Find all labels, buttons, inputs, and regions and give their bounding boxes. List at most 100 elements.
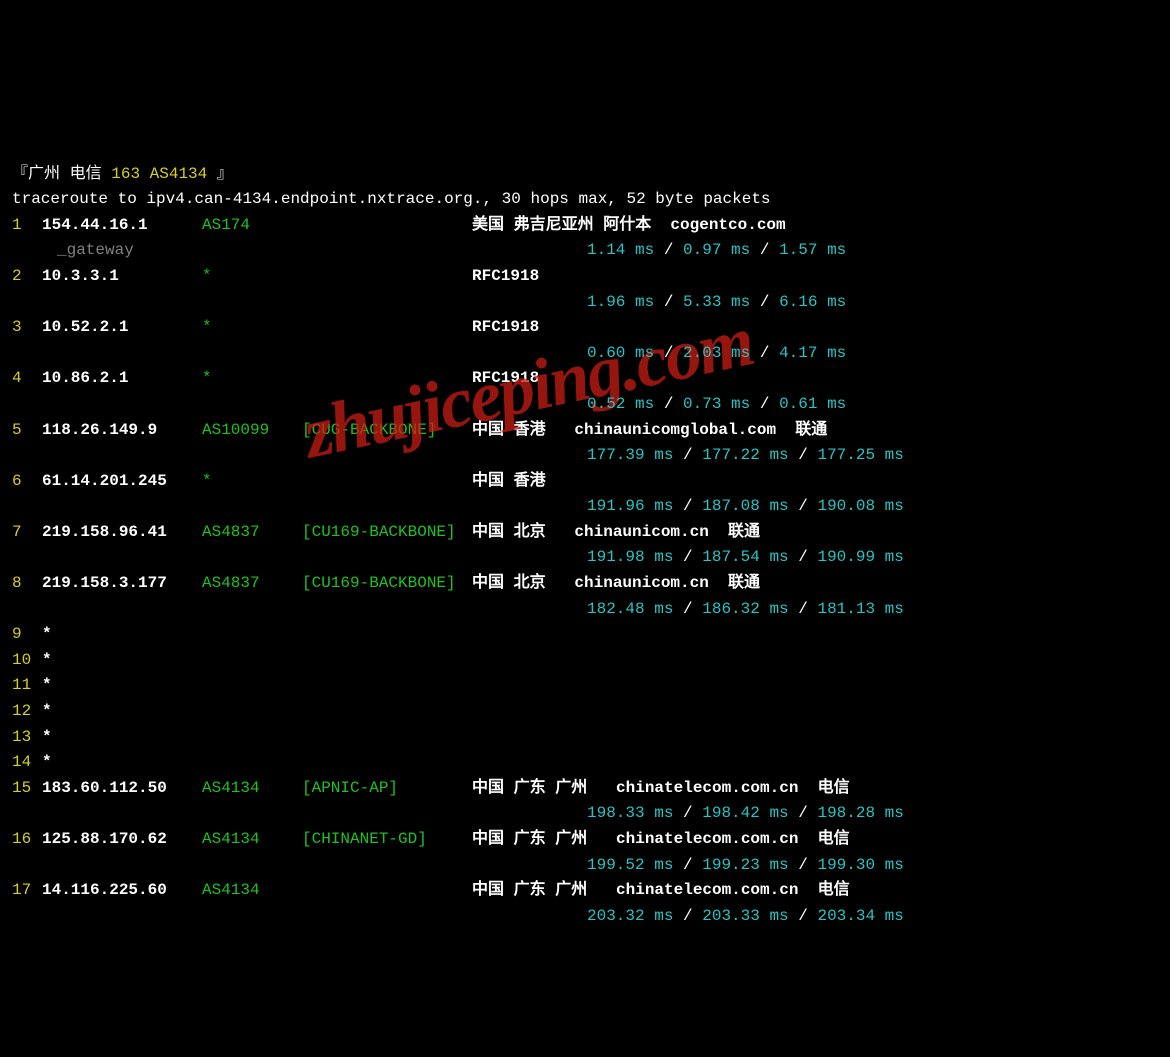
hop-hostname: _gateway [57, 238, 134, 264]
hop-row-14: 14* [12, 750, 1158, 776]
hop-location: 中国 香港 [472, 472, 546, 490]
hop-ip: 10.3.3.1 [42, 264, 202, 290]
hop-location: RFC1918 [472, 267, 539, 285]
hop-ip: 10.86.2.1 [42, 366, 202, 392]
hop-asn: * [202, 264, 302, 290]
hop-location: 中国 广东 广州 chinatelecom.com.cn 电信 [472, 779, 850, 797]
hop-latency: 0.52 ms [587, 395, 654, 413]
hop-org: [CU169-BACKBONE] [302, 520, 472, 546]
hop-number: 13 [12, 725, 42, 751]
hop-ip: * [42, 725, 202, 751]
hop-row-17: 1714.116.225.60AS4134 中国 广东 广州 chinatelec… [12, 878, 1158, 904]
hop-ip: * [42, 648, 202, 674]
hop-number: 4 [12, 366, 42, 392]
hop-number: 5 [12, 418, 42, 444]
hop-asn: AS4837 [202, 520, 302, 546]
hop-location: 中国 香港 chinaunicomglobal.com 联通 [472, 421, 827, 439]
hop-ip: * [42, 673, 202, 699]
hop-ip: 14.116.225.60 [42, 878, 202, 904]
hop-number: 11 [12, 673, 42, 699]
hop-ip: 219.158.96.41 [42, 520, 202, 546]
hop-row-5: 5118.26.149.9AS10099[CUG-BACKBONE]中国 香港 … [12, 418, 1158, 444]
hop-row-3: 310.52.2.1* RFC1918 [12, 315, 1158, 341]
hop-latency: 198.33 ms [587, 804, 673, 822]
hop-latency: 0.60 ms [587, 344, 654, 362]
hop-org: [CU169-BACKBONE] [302, 571, 472, 597]
hop-latency: 203.32 ms [587, 907, 673, 925]
hop-number: 14 [12, 750, 42, 776]
hop-latency-row-2: 1.96 ms / 5.33 ms / 6.16 ms [12, 290, 1158, 316]
hop-latency: 1.14 ms [587, 241, 654, 259]
hop-ip: * [42, 699, 202, 725]
hop-asn: * [202, 315, 302, 341]
hop-location: 中国 北京 chinaunicom.cn 联通 [472, 574, 760, 592]
hop-asn: * [202, 366, 302, 392]
hop-asn: AS4134 [202, 827, 302, 853]
hop-number: 2 [12, 264, 42, 290]
hop-number: 6 [12, 469, 42, 495]
hop-number: 3 [12, 315, 42, 341]
hop-ip: * [42, 750, 202, 776]
hop-location: RFC1918 [472, 369, 539, 387]
hop-number: 1 [12, 213, 42, 239]
hop-ip: * [42, 622, 202, 648]
hop-latency-row-8: 182.48 ms / 186.32 ms / 181.13 ms [12, 597, 1158, 623]
hop-latency-row-6: 191.96 ms / 187.08 ms / 190.08 ms [12, 494, 1158, 520]
hop-row-12: 12* [12, 699, 1158, 725]
hop-latency-row-1: _gateway1.14 ms / 0.97 ms / 1.57 ms [12, 238, 1158, 264]
hop-latency: 182.48 ms [587, 600, 673, 618]
hop-row-9: 9* [12, 622, 1158, 648]
hop-ip: 183.60.112.50 [42, 776, 202, 802]
hop-location: 中国 北京 chinaunicom.cn 联通 [472, 523, 760, 541]
terminal-output: 『广州 电信 163 AS4134 』traceroute to ipv4.ca… [12, 162, 1158, 930]
hop-asn: AS4134 [202, 776, 302, 802]
hop-row-15: 15183.60.112.50AS4134[APNIC-AP]中国 广东 广州 … [12, 776, 1158, 802]
hop-org: [CHINANET-GD] [302, 827, 472, 853]
hop-ip: 61.14.201.245 [42, 469, 202, 495]
hop-row-11: 11* [12, 673, 1158, 699]
hop-row-16: 16125.88.170.62AS4134[CHINANET-GD]中国 广东 … [12, 827, 1158, 853]
hop-latency-row-3: 0.60 ms / 2.03 ms / 4.17 ms [12, 341, 1158, 367]
hop-latency-row-15: 198.33 ms / 198.42 ms / 198.28 ms [12, 801, 1158, 827]
hop-asn: * [202, 469, 302, 495]
hop-number: 12 [12, 699, 42, 725]
hop-latency-row-7: 191.98 ms / 187.54 ms / 190.99 ms [12, 545, 1158, 571]
hop-asn: AS10099 [202, 418, 302, 444]
hop-ip: 125.88.170.62 [42, 827, 202, 853]
hop-number: 8 [12, 571, 42, 597]
hop-location: 美国 弗吉尼亚州 阿什本 cogentco.com [472, 216, 786, 234]
hop-ip: 118.26.149.9 [42, 418, 202, 444]
hop-row-1: 1154.44.16.1AS174 美国 弗吉尼亚州 阿什本 cogentco.c… [12, 213, 1158, 239]
hop-row-2: 210.3.3.1* RFC1918 [12, 264, 1158, 290]
hop-number: 7 [12, 520, 42, 546]
hop-ip: 10.52.2.1 [42, 315, 202, 341]
hop-latency: 191.98 ms [587, 548, 673, 566]
hop-row-13: 13* [12, 725, 1158, 751]
hop-number: 17 [12, 878, 42, 904]
hop-location: 中国 广东 广州 chinatelecom.com.cn 电信 [472, 830, 850, 848]
traceroute-command: traceroute to ipv4.can-4134.endpoint.nxt… [12, 187, 1158, 213]
hop-number: 16 [12, 827, 42, 853]
hop-latency-row-4: 0.52 ms / 0.73 ms / 0.61 ms [12, 392, 1158, 418]
hop-location: RFC1918 [472, 318, 539, 336]
hop-row-10: 10* [12, 648, 1158, 674]
hop-asn: AS4837 [202, 571, 302, 597]
hop-number: 9 [12, 622, 42, 648]
hop-row-4: 410.86.2.1* RFC1918 [12, 366, 1158, 392]
hop-location: 中国 广东 广州 chinatelecom.com.cn 电信 [472, 881, 850, 899]
hop-latency-row-17: 203.32 ms / 203.33 ms / 203.34 ms [12, 904, 1158, 930]
hop-row-6: 661.14.201.245* 中国 香港 [12, 469, 1158, 495]
hop-org: [CUG-BACKBONE] [302, 418, 472, 444]
hop-asn: AS174 [202, 213, 302, 239]
hop-asn: AS4134 [202, 878, 302, 904]
traceroute-header: 『广州 电信 163 AS4134 』 [12, 162, 1158, 188]
hop-latency-row-16: 199.52 ms / 199.23 ms / 199.30 ms [12, 853, 1158, 879]
hop-ip: 154.44.16.1 [42, 213, 202, 239]
hop-number: 10 [12, 648, 42, 674]
hop-row-8: 8219.158.3.177AS4837[CU169-BACKBONE]中国 北… [12, 571, 1158, 597]
hop-latency: 191.96 ms [587, 497, 673, 515]
hop-latency: 177.39 ms [587, 446, 673, 464]
hop-number: 15 [12, 776, 42, 802]
hop-org: [APNIC-AP] [302, 776, 472, 802]
hop-latency: 1.96 ms [587, 293, 654, 311]
